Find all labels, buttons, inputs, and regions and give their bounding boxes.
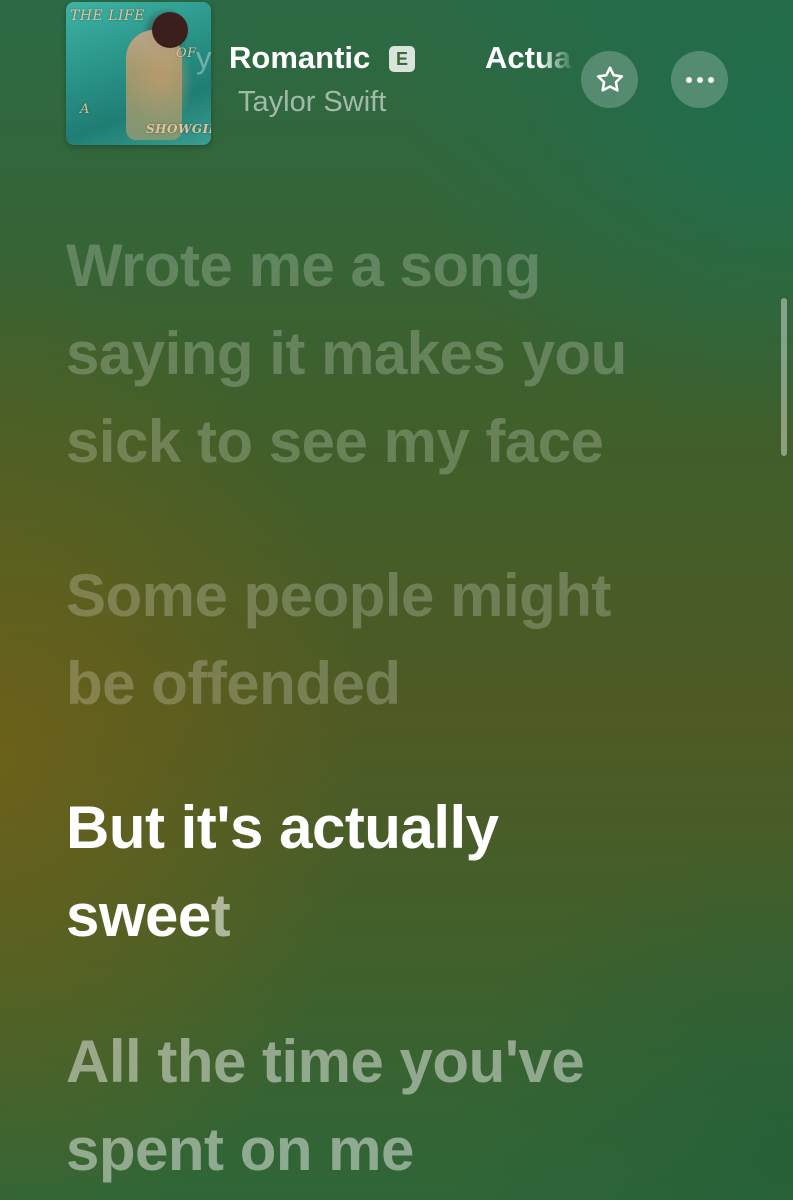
artwork-text-a: A — [80, 102, 90, 117]
lyric-verse-previous[interactable]: Some people might be offended — [66, 552, 611, 728]
favorite-button[interactable] — [581, 51, 638, 108]
lyric-line[interactable]: spent on me — [66, 1106, 584, 1194]
more-options-button[interactable] — [671, 51, 728, 108]
lyric-verse-upcoming[interactable]: All the time you've spent on me — [66, 1018, 585, 1194]
lyric-verse-past[interactable]: Wrote me a song saying it makes you sick… — [66, 222, 627, 486]
ellipsis-icon — [685, 76, 714, 83]
lyric-line[interactable]: All the time you've — [66, 1018, 585, 1106]
lyric-line-active[interactable]: But it's actually — [66, 784, 499, 872]
star-icon — [596, 65, 623, 92]
lyric-line[interactable]: saying it makes you — [66, 310, 627, 398]
lyric-verse-current[interactable]: But it's actually sweet — [66, 784, 499, 960]
lyrics-scrollbar[interactable] — [781, 298, 787, 456]
lyric-line[interactable]: sick to see my face — [66, 398, 627, 486]
now-playing-header: THE LIFE OF A SHOWGIRL y Romantic E Actu… — [0, 0, 793, 160]
artist-name[interactable]: Taylor Swift — [238, 86, 386, 119]
artwork-text-of: OF — [176, 46, 197, 61]
artwork-text-title: THE LIFE — [70, 8, 145, 24]
lyric-sung-text: swee — [66, 882, 211, 949]
lyric-unsung-text: t — [210, 882, 231, 949]
song-title-marquee[interactable]: Actua — [485, 40, 575, 76]
lyric-line[interactable]: be offended — [66, 640, 611, 728]
artwork-hair — [152, 12, 188, 48]
lyric-line-active-partial[interactable]: sweet — [66, 872, 499, 960]
album-artwork[interactable]: THE LIFE OF A SHOWGIRL — [66, 2, 211, 145]
lyric-line[interactable]: Some people might — [66, 552, 611, 640]
lyric-line[interactable]: Wrote me a song — [66, 222, 627, 310]
artwork-text-showgirl: SHOWGIRL — [146, 122, 211, 136]
explicit-badge: E — [389, 46, 415, 72]
song-title[interactable]: Romantic — [229, 40, 370, 76]
